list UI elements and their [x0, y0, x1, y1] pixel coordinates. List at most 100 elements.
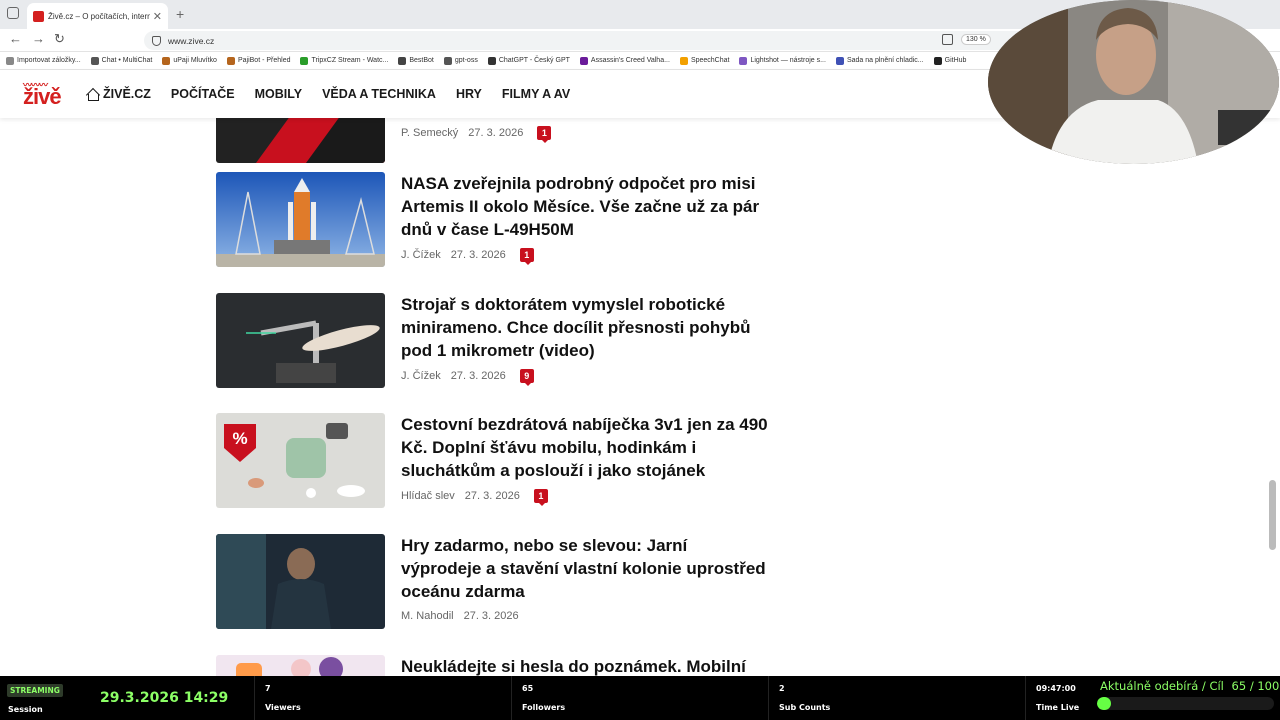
bookmark-favicon-icon: [398, 56, 407, 65]
list-item[interactable]: P. Semecký 27. 3. 2026 1: [216, 118, 776, 164]
bookmark-item[interactable]: TripxCZ Stream - Watc...: [300, 56, 388, 65]
sub-goal-text: Aktuálně odebírá / Cíl 65 / 1000: [1100, 679, 1280, 693]
article-thumbnail[interactable]: [216, 118, 385, 163]
zoom-level-badge[interactable]: 130 %: [961, 34, 991, 45]
bookmark-favicon-icon: [226, 56, 235, 65]
comment-count-badge[interactable]: 9: [519, 369, 534, 386]
close-tab-icon[interactable]: ✕: [153, 10, 162, 23]
bookmark-favicon-icon: [835, 56, 844, 65]
streaming-status-badge: STREAMING: [7, 684, 63, 697]
list-item[interactable]: Neukládejte si hesla do poznámek. Mobiln…: [216, 655, 776, 676]
url-field[interactable]: www.zive.cz 130 %: [144, 31, 1034, 50]
reload-icon[interactable]: ↻: [54, 31, 65, 47]
download-icon[interactable]: [942, 34, 953, 45]
nav-item-mobily[interactable]: MOBILY: [255, 87, 302, 101]
zive-favicon-icon: [33, 10, 44, 22]
sale-tag-symbol: %: [232, 429, 248, 448]
list-item[interactable]: NASA zveřejnila podrobný odpočet pro mis…: [216, 172, 776, 268]
bookmark-item[interactable]: Assassin's Creed Valha...: [579, 56, 670, 65]
forward-icon[interactable]: →: [32, 31, 45, 46]
article-author[interactable]: J. Čížek: [401, 370, 441, 382]
comment-count-badge[interactable]: 1: [533, 489, 548, 506]
article-title[interactable]: NASA zveřejnila podrobný odpočet pro mis…: [401, 172, 771, 241]
bookmark-item[interactable]: PajiBot - Přehled: [226, 56, 290, 65]
article-list: P. Semecký 27. 3. 2026 1 NASA zveřejnila…: [0, 118, 1280, 676]
viewers-count: 7: [265, 684, 271, 693]
article-title[interactable]: Cestovní bezdrátová nabíječka 3v1 jen za…: [401, 413, 771, 482]
article-title[interactable]: Strojař s doktorátem vymyslel robotické …: [401, 293, 771, 362]
nav-item-pocitace[interactable]: POČÍTAČE: [171, 87, 235, 101]
bookmark-item[interactable]: Importovat záložky...: [6, 56, 81, 65]
session-label: Session: [8, 705, 43, 714]
article-date: 27. 3. 2026: [464, 490, 520, 502]
bookmark-label: Importovat záložky...: [17, 57, 81, 64]
bookmark-favicon-icon: [443, 56, 452, 65]
article-thumbnail[interactable]: [216, 655, 385, 676]
nav-item-filmy-a-av[interactable]: FILMY A AV: [502, 87, 570, 101]
back-icon[interactable]: ←: [9, 31, 22, 46]
tab-list-icon[interactable]: [7, 7, 19, 19]
time-live-value: 09:47:00: [1036, 684, 1076, 693]
article-date: 27. 3. 2026: [463, 610, 519, 622]
time-live-label: Time Live: [1036, 703, 1080, 712]
bookmark-favicon-icon: [579, 56, 588, 65]
article-title[interactable]: Neukládejte si hesla do poznámek. Mobiln…: [401, 655, 771, 676]
bookmark-label: Chat • MultiChat: [101, 57, 153, 64]
stream-stats-bar: STREAMING 29.3.2026 14:29 Session 7 View…: [0, 676, 1280, 720]
time-live-block: 09:47:00 Time Live: [1026, 676, 1096, 720]
sub-goal-label: Aktuálně odebírá / Cíl: [1100, 679, 1224, 693]
article-meta: P. Semecký 27. 3. 2026 1: [401, 126, 552, 143]
session-block: STREAMING 29.3.2026 14:29 Session: [0, 676, 255, 720]
webcam-overlay: [988, 0, 1279, 164]
list-item[interactable]: Cestovní bezdrátová nabíječka 3v1 jen za…: [216, 413, 776, 509]
site-info-shield-icon[interactable]: [152, 35, 161, 46]
page-scrollbar[interactable]: [1269, 480, 1276, 550]
article-author[interactable]: J. Čížek: [401, 249, 441, 261]
bookmark-item[interactable]: SpeechChat: [679, 56, 730, 65]
article-author[interactable]: M. Nahodil: [401, 610, 454, 622]
comment-count-badge[interactable]: 1: [519, 248, 534, 265]
sub-goal-progress-bar: [1097, 697, 1274, 710]
list-item[interactable]: Hry zadarmo, nebo se slevou: Jarní výpro…: [216, 534, 776, 630]
article-thumbnail[interactable]: [216, 534, 385, 629]
article-author[interactable]: P. Semecký: [401, 127, 458, 139]
zive-logo[interactable]: 〰〰〰 živě: [23, 81, 69, 109]
nav-item-home[interactable]: ŽIVĚ.CZ: [86, 87, 151, 101]
bookmark-favicon-icon: [679, 56, 688, 65]
bookmark-item[interactable]: gpt-oss: [443, 56, 478, 65]
url-text: www.zive.cz: [168, 35, 215, 46]
bookmark-favicon-icon: [739, 56, 748, 65]
article-thumbnail[interactable]: [216, 172, 385, 267]
list-item[interactable]: Strojař s doktorátem vymyslel robotické …: [216, 293, 776, 389]
bookmark-label: Assassin's Creed Valha...: [590, 57, 670, 64]
new-tab-button[interactable]: +: [176, 6, 184, 22]
comment-count-badge[interactable]: 1: [537, 126, 552, 143]
bookmark-item[interactable]: Sada na plnění chladic...: [835, 56, 924, 65]
nav-item-hry[interactable]: HRY: [456, 87, 482, 101]
bookmark-item[interactable]: Chat • MultiChat: [90, 56, 153, 65]
article-date: 27. 3. 2026: [468, 127, 524, 139]
article-title[interactable]: Hry zadarmo, nebo se slevou: Jarní výpro…: [401, 534, 771, 603]
bookmark-item[interactable]: ChatGPT - Český GPT: [487, 56, 570, 65]
bookmark-item[interactable]: uPaji Mluvítko: [162, 56, 217, 65]
article-author[interactable]: Hlídač slev: [401, 490, 455, 502]
sub-goal-progress-fill: [1097, 697, 1112, 710]
bookmark-label: SpeechChat: [690, 57, 730, 64]
nav-item-veda-a-technika[interactable]: VĚDA A TECHNIKA: [322, 87, 436, 101]
bookmark-favicon-icon: [300, 56, 309, 65]
followers-block: 65 Followers: [512, 676, 769, 720]
browser-tab-zive[interactable]: Živě.cz – O počítačích, internetu ✕: [27, 3, 168, 29]
nav-item-label: ŽIVĚ.CZ: [103, 87, 151, 101]
article-meta: M. Nahodil 27. 3. 2026: [401, 610, 519, 622]
bookmark-item[interactable]: Lightshot — nástroje s...: [739, 56, 826, 65]
stream-datetime: 29.3.2026 14:29: [100, 690, 229, 706]
logo-word: živě: [23, 84, 62, 109]
bookmark-item[interactable]: GitHub: [933, 56, 966, 65]
article-thumbnail[interactable]: [216, 293, 385, 388]
bookmark-item[interactable]: BestBot: [398, 56, 434, 65]
sub-goal-value: 65 / 1000: [1231, 679, 1280, 693]
subs-label: Sub Counts: [779, 703, 831, 712]
article-date: 27. 3. 2026: [450, 370, 506, 382]
bookmark-label: BestBot: [409, 57, 434, 64]
article-meta: Hlídač slev 27. 3. 2026 1: [401, 489, 548, 506]
